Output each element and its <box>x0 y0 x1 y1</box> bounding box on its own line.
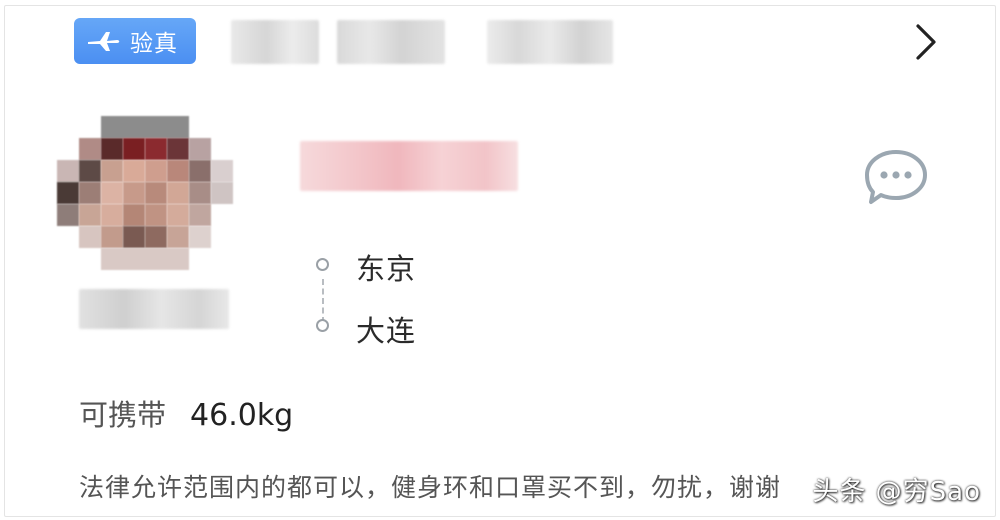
blurred-trip-title <box>300 129 518 195</box>
traveler-card[interactable]: 验真 东京 大连 可携带 46.0kg 法律允许范围内的都可以，健身环和口罩买不… <box>4 5 996 517</box>
destination-dot-icon <box>316 319 329 332</box>
watermark: 头条 @穷Sao <box>812 477 981 507</box>
chat-bubble-icon[interactable] <box>863 148 929 206</box>
badge-label: 验真 <box>130 31 178 57</box>
origin-city: 东京 <box>356 252 417 286</box>
route-connector <box>322 279 324 323</box>
origin-dot-icon <box>316 258 329 271</box>
airplane-icon <box>88 32 120 51</box>
capacity-row: 可携带 46.0kg <box>79 392 293 434</box>
blurred-info-3 <box>487 20 613 64</box>
trip-note: 法律允许范围内的都可以，健身环和口罩买不到，勿扰，谢谢 <box>79 473 782 502</box>
destination-city: 大连 <box>356 314 417 348</box>
avatar[interactable] <box>57 116 233 276</box>
blurred-username <box>79 289 229 329</box>
capacity-weight: 46.0kg <box>190 398 294 433</box>
verified-badge: 验真 <box>74 18 196 64</box>
capacity-label: 可携带 <box>79 398 167 432</box>
blurred-info-2 <box>337 20 445 64</box>
blurred-info-1 <box>231 20 319 64</box>
chevron-right-icon[interactable] <box>912 22 940 62</box>
